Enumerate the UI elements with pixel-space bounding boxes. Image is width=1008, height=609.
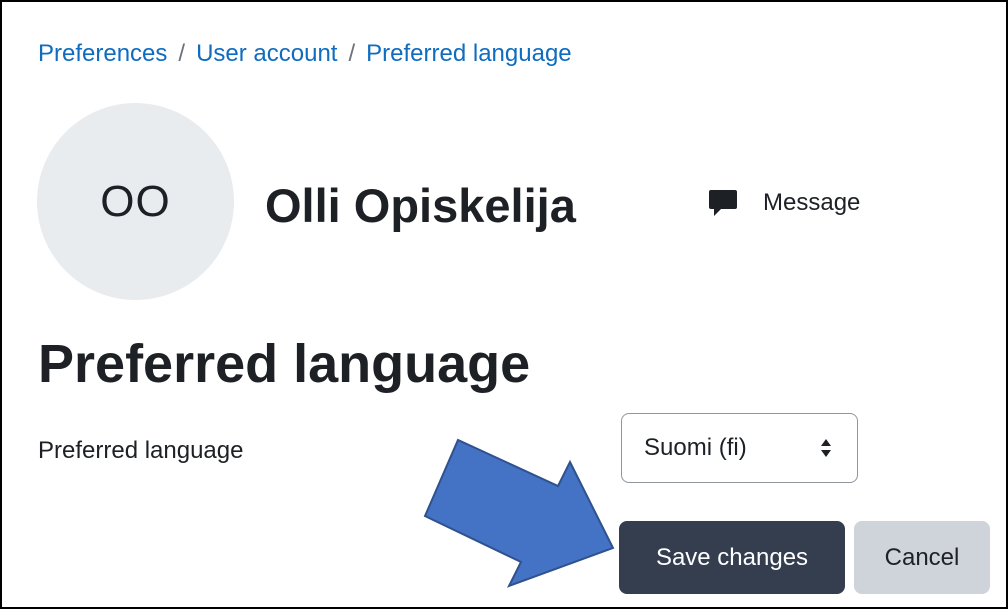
breadcrumb-preferred-language: Preferred language <box>366 40 572 67</box>
save-changes-button[interactable]: Save changes <box>619 521 845 594</box>
chat-bubble-icon <box>709 190 737 216</box>
page-title: Preferred language <box>38 334 531 394</box>
breadcrumb-separator: / <box>178 40 186 67</box>
page-frame: Preferences / User account / Preferred langu… <box>0 0 1008 609</box>
breadcrumb: Preferences / User account / Preferred langu… <box>38 40 572 68</box>
annotation-arrow-icon <box>423 438 615 588</box>
message-label: Message <box>763 189 861 216</box>
preferred-language-select[interactable]: Suomi (fi) <box>621 413 858 483</box>
breadcrumb-separator: / <box>348 40 356 67</box>
cancel-button[interactable]: Cancel <box>854 521 990 594</box>
avatar-initials: OO <box>100 176 171 226</box>
breadcrumb-user-account[interactable]: User account <box>196 40 337 67</box>
preferred-language-value: Suomi (fi) <box>644 434 747 461</box>
user-name: Olli Opiskelija <box>265 179 576 232</box>
preferred-language-label: Preferred language <box>38 437 244 464</box>
breadcrumb-preferences[interactable]: Preferences <box>38 40 167 67</box>
avatar: OO <box>37 103 234 300</box>
message-button[interactable]: Message <box>707 187 860 219</box>
select-caret-icon <box>821 439 831 457</box>
